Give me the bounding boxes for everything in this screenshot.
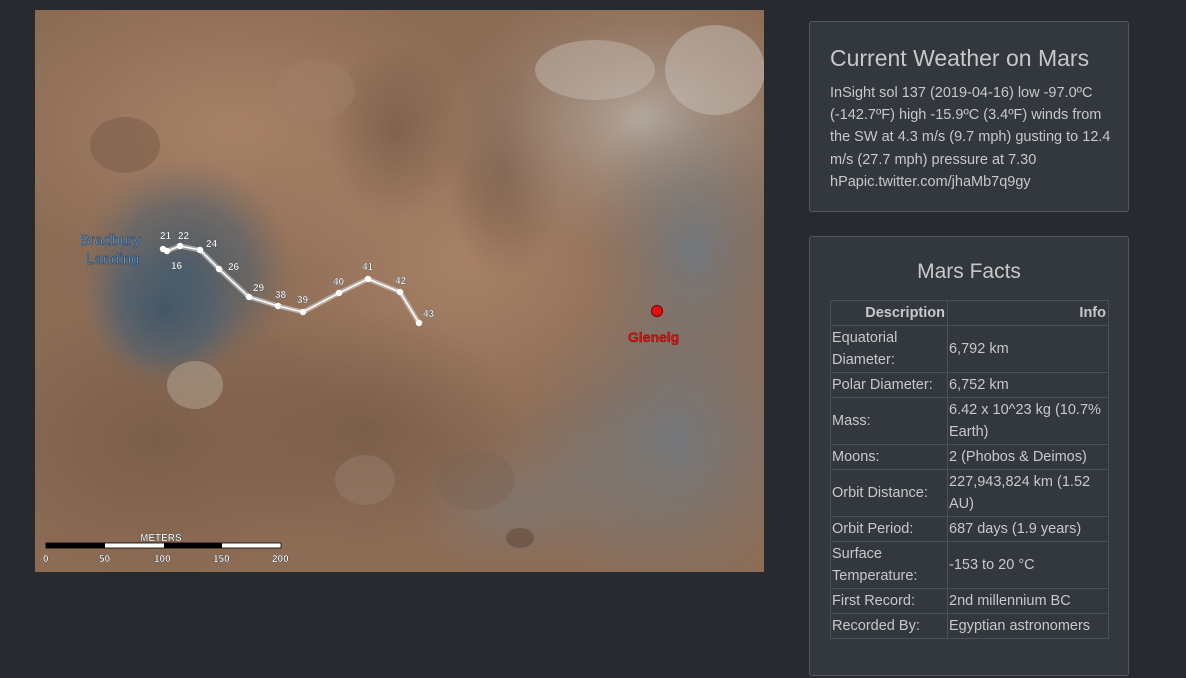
row-info: 2nd millennium BC xyxy=(947,588,1109,614)
weather-text: InSight sol 137 (2019-04-16) low -97.0ºC… xyxy=(830,85,1111,190)
table-row: First Record: 2nd millennium BC xyxy=(830,588,1109,614)
scale-title: METERS xyxy=(140,533,182,544)
waypoint-label: 39 xyxy=(297,295,309,306)
waypoint-label: 43 xyxy=(423,309,435,320)
row-info: Egyptian astronomers xyxy=(947,613,1109,639)
table-row: Recorded By: Egyptian astronomers xyxy=(830,613,1109,639)
row-info: 687 days (1.9 years) xyxy=(947,516,1109,542)
weather-card: Current Weather on Mars InSight sol 137 … xyxy=(809,21,1129,212)
row-info: 6,792 km xyxy=(947,325,1109,373)
bradbury-label: Bradbury xyxy=(80,232,141,249)
row-description: Surface Temperature: xyxy=(830,541,948,589)
waypoint-label: 40 xyxy=(333,277,345,288)
row-description: First Record: xyxy=(830,588,948,614)
glenelg-marker-icon xyxy=(651,305,663,317)
row-description: Mass: xyxy=(830,397,948,445)
row-description: Recorded By: xyxy=(830,613,948,639)
table-row: Moons: 2 (Phobos & Deimos) xyxy=(830,444,1109,470)
waypoint-label: 29 xyxy=(253,283,265,294)
table-row: Mass: 6.42 x 10^23 kg (10.7% Earth) xyxy=(830,397,1109,445)
row-description: Orbit Period: xyxy=(830,516,948,542)
facts-card: Mars Facts Description Info Equatorial D… xyxy=(809,236,1129,676)
waypoint-label: 16 xyxy=(171,261,183,272)
scale-tick: 0 xyxy=(43,554,49,565)
table-row: Equatorial Diameter: 6,792 km xyxy=(830,325,1109,373)
weather-title: Current Weather on Mars xyxy=(830,45,1090,71)
landing-label: Landing xyxy=(86,251,139,268)
row-info: 6,752 km xyxy=(947,372,1109,398)
waypoint-label: 42 xyxy=(395,276,407,287)
row-info: 227,943,824 km (1.52 AU) xyxy=(947,469,1109,517)
waypoint-label: 24 xyxy=(206,239,218,250)
row-description: Polar Diameter: xyxy=(830,372,948,398)
header-description: Description xyxy=(830,300,948,326)
waypoint-label: 38 xyxy=(275,290,287,301)
scale-tick: 150 xyxy=(213,554,230,565)
scale-tick: 200 xyxy=(272,554,289,565)
row-info: 6.42 x 10^23 kg (10.7% Earth) xyxy=(947,397,1109,445)
table-row: Orbit Period: 687 days (1.9 years) xyxy=(830,516,1109,542)
row-info: -153 to 20 °C xyxy=(947,541,1109,589)
table-row: Orbit Distance: 227,943,824 km (1.52 AU) xyxy=(830,469,1109,517)
table-row: Polar Diameter: 6,752 km xyxy=(830,372,1109,398)
table-header-row: Description Info xyxy=(830,300,1109,326)
row-description: Moons: xyxy=(830,444,948,470)
header-info: Info xyxy=(947,300,1109,326)
table-row: Surface Temperature: -153 to 20 °C xyxy=(830,541,1109,589)
glenelg-label: Glenelg xyxy=(628,329,679,345)
waypoint-label: 26 xyxy=(228,262,240,273)
facts-title: Mars Facts xyxy=(917,260,1021,283)
mars-terrain-svg: 21 22 16 24 26 29 38 39 40 41 42 43 Brad… xyxy=(35,10,764,572)
waypoint-label: 41 xyxy=(362,262,374,273)
page: 21 22 16 24 26 29 38 39 40 41 42 43 Brad… xyxy=(0,0,1186,678)
mars-map-image: 21 22 16 24 26 29 38 39 40 41 42 43 Brad… xyxy=(35,10,764,572)
waypoint-label: 22 xyxy=(178,231,190,242)
facts-table: Description Info Equatorial Diameter: 6,… xyxy=(830,300,1109,639)
scale-tick: 100 xyxy=(154,554,171,565)
waypoint-label: 21 xyxy=(160,231,172,242)
scale-tick: 50 xyxy=(99,554,111,565)
row-description: Equatorial Diameter: xyxy=(830,325,948,373)
row-description: Orbit Distance: xyxy=(830,469,948,517)
row-info: 2 (Phobos & Deimos) xyxy=(947,444,1109,470)
